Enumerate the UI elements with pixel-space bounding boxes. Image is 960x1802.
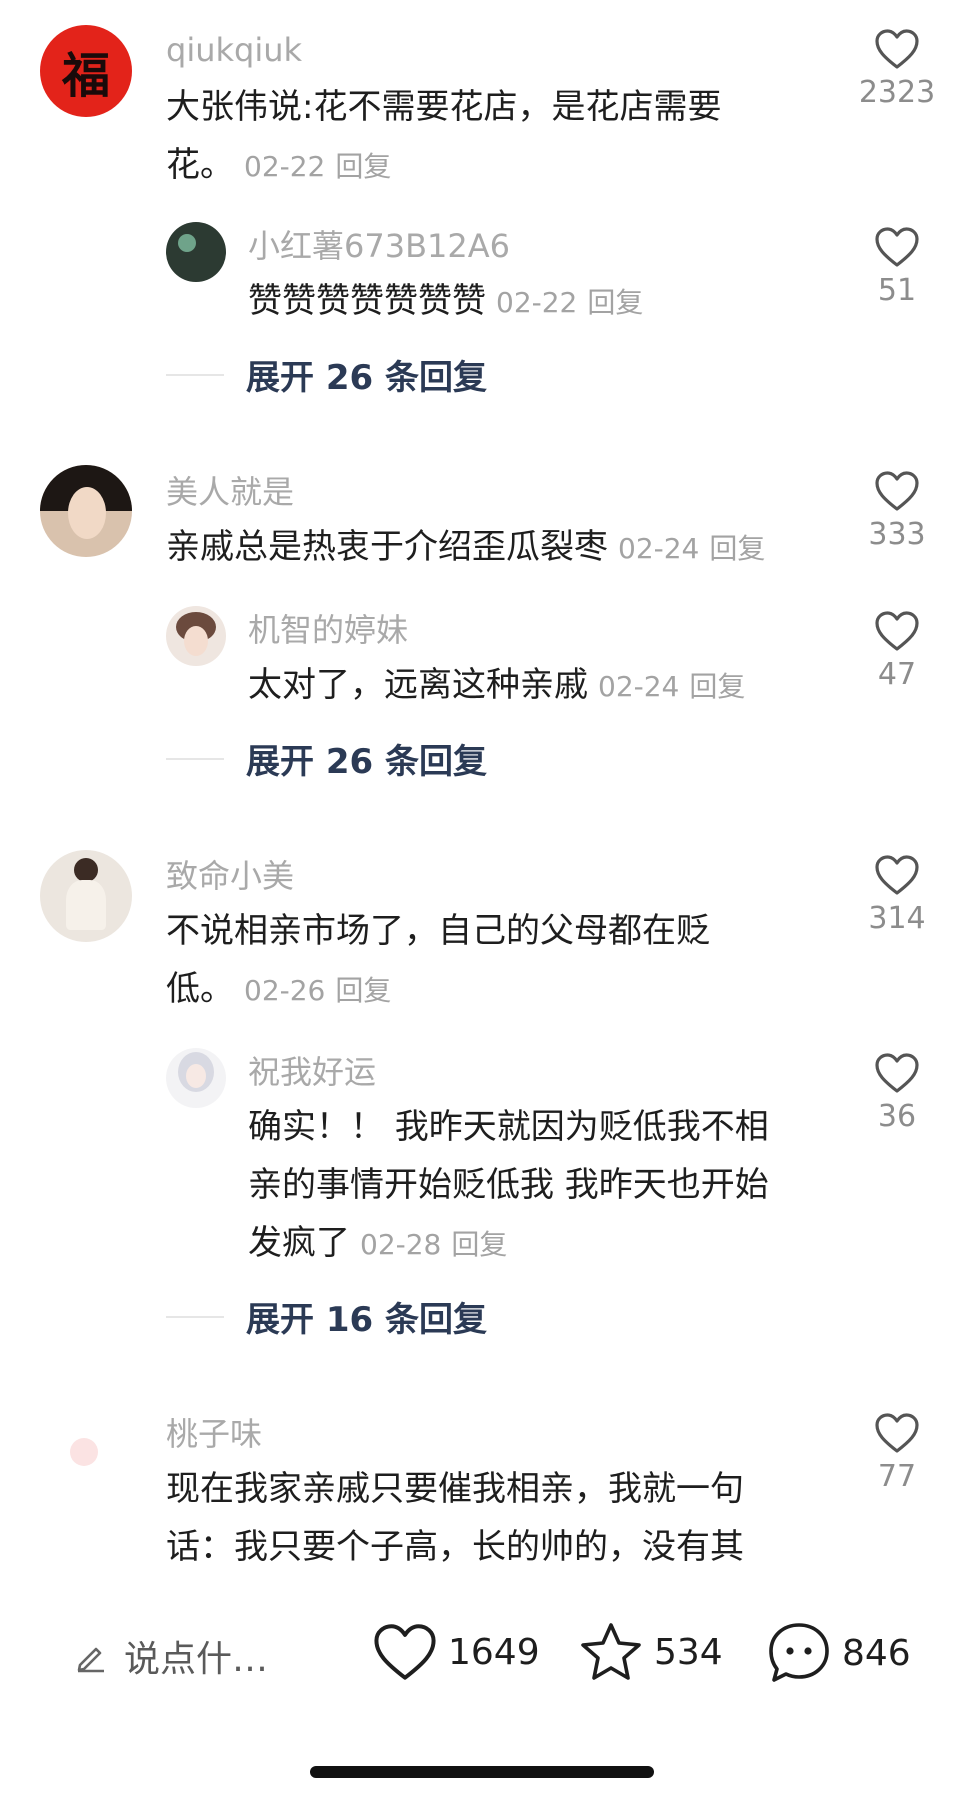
reply-text-line: 发疯了 <box>248 1223 350 1263</box>
heart-icon <box>875 471 919 511</box>
reply-avatar[interactable] <box>166 222 226 282</box>
comment-text-line: 花。 <box>166 145 234 185</box>
reply-button[interactable]: 回复 <box>335 974 391 1007</box>
comment-date: 02-26 <box>244 974 326 1007</box>
like-post-button[interactable]: 1649 <box>372 1622 540 1682</box>
like-count: 36 <box>877 1099 917 1134</box>
favorite-count: 534 <box>654 1631 723 1673</box>
reply-meta: 02-28 回复 <box>360 1228 507 1261</box>
bottom-action-bar: 说点什… 1649 534 846 <box>0 1590 960 1720</box>
reply-text-line: 确实！！ 我昨天就因为贬低我不相 <box>248 1107 769 1147</box>
comment-username[interactable]: 美人就是 <box>166 476 294 508</box>
reply-date: 02-28 <box>360 1228 442 1261</box>
comment-username[interactable]: 致命小美 <box>166 860 294 892</box>
reply-text: 赞赞赞赞赞赞赞 02-22 回复 <box>248 272 768 332</box>
reply-button[interactable]: 回复 <box>689 670 745 703</box>
heart-icon <box>875 1053 919 1093</box>
comment-meta: 02-26 回复 <box>244 974 391 1007</box>
home-indicator[interactable] <box>310 1766 654 1778</box>
expand-label: 展开 16 条回复 <box>246 1300 487 1340</box>
comment-text: 大张伟说:花不需要花店，是花店需要 花。 02-22 回复 <box>166 78 766 196</box>
expand-replies-button[interactable]: 展开 16 条回复 <box>166 1292 487 1341</box>
like-count: 2323 <box>858 75 936 110</box>
heart-icon <box>875 29 919 69</box>
reply-username[interactable]: 机智的婷妹 <box>248 614 408 646</box>
reply-button[interactable]: 回复 <box>335 150 391 183</box>
like-button[interactable]: 333 <box>842 470 952 550</box>
like-count: 314 <box>868 901 926 936</box>
comment-text-line: 现在我家亲戚只要催我相亲，我就一句 <box>166 1469 744 1509</box>
expand-replies-button[interactable]: 展开 26 条回复 <box>166 734 487 783</box>
reply-avatar[interactable] <box>166 1048 226 1108</box>
comment-text-line: 不说相亲市场了，自己的父母都在贬 <box>166 911 710 951</box>
pencil-icon <box>77 1647 104 1673</box>
comment-text: 现在我家亲戚只要催我相亲，我就一句 话：我只要个子高，长的帅的，没有其 <box>166 1460 806 1576</box>
reply-meta: 02-24 回复 <box>598 670 745 703</box>
reply-avatar[interactable] <box>166 606 226 666</box>
comment-text-line: 低。 <box>166 969 234 1009</box>
comment-button[interactable]: 846 <box>766 1620 911 1686</box>
like-count: 1649 <box>448 1631 540 1673</box>
divider <box>166 757 224 760</box>
avatar-glyph: 福 <box>61 48 110 104</box>
comment-meta: 02-22 回复 <box>244 150 391 183</box>
like-count: 51 <box>877 273 917 308</box>
compose-placeholder: 说点什… <box>124 1639 269 1680</box>
avatar[interactable]: 福 <box>40 25 132 117</box>
reply-text: 太对了，远离这种亲戚 02-24 回复 <box>248 656 808 716</box>
comment-username[interactable]: 桃子味 <box>166 1418 262 1450</box>
like-button[interactable]: 47 <box>842 610 952 690</box>
reply-text: 确实！！ 我昨天就因为贬低我不相 亲的事情开始贬低我 我昨天也开始 发疯了 02-… <box>248 1098 808 1274</box>
like-count: 333 <box>868 517 926 552</box>
heart-icon <box>875 227 919 267</box>
reply-button[interactable]: 回复 <box>709 532 765 565</box>
expand-replies-button[interactable]: 展开 26 条回复 <box>166 350 487 399</box>
like-button[interactable]: 77 <box>842 1412 952 1492</box>
reply-text-line: 赞赞赞赞赞赞赞 <box>248 281 486 321</box>
compose-input[interactable]: 说点什… <box>74 1630 268 1682</box>
divider <box>166 373 224 376</box>
reply-username[interactable]: 祝我好运 <box>248 1056 376 1088</box>
heart-icon <box>875 855 919 895</box>
reply-button[interactable]: 回复 <box>587 286 643 319</box>
comment-text: 不说相亲市场了，自己的父母都在贬 低。 02-26 回复 <box>166 902 766 1020</box>
reply-button[interactable]: 回复 <box>451 1228 507 1261</box>
avatar[interactable] <box>40 850 132 942</box>
like-button[interactable]: 36 <box>842 1052 952 1132</box>
avatar[interactable] <box>40 465 132 557</box>
heart-icon <box>374 1624 436 1680</box>
like-button[interactable]: 51 <box>842 226 952 306</box>
divider <box>166 1315 224 1318</box>
expand-label: 展开 26 条回复 <box>246 742 487 782</box>
reply-date: 02-22 <box>496 286 578 319</box>
chat-bubble-icon <box>769 1623 829 1682</box>
reply-username[interactable]: 小红薯673B12A6 <box>248 230 510 262</box>
reply-date: 02-24 <box>598 670 680 703</box>
reply-text-line: 太对了，远离这种亲戚 <box>248 665 588 705</box>
like-button[interactable]: 2323 <box>842 28 952 108</box>
comment-meta: 02-24 回复 <box>618 532 765 565</box>
like-button[interactable]: 314 <box>842 854 952 934</box>
comment-text-line: 话：我只要个子高，长的帅的，没有其 <box>166 1527 744 1567</box>
reply-text-line: 亲的事情开始贬低我 我昨天也开始 <box>248 1165 769 1205</box>
comment-text-line: 大张伟说:花不需要花店，是花店需要 <box>166 87 722 127</box>
expand-label: 展开 26 条回复 <box>246 358 487 398</box>
comment-username[interactable]: qiukqiuk <box>166 34 302 66</box>
favorite-button[interactable]: 534 <box>578 1620 723 1684</box>
avatar[interactable] <box>40 1410 132 1502</box>
comment-date: 02-22 <box>244 150 326 183</box>
comment-count: 846 <box>842 1632 911 1674</box>
reply-meta: 02-22 回复 <box>496 286 643 319</box>
comment-date: 02-24 <box>618 532 700 565</box>
star-icon <box>581 1623 641 1680</box>
comment-text-line: 亲戚总是热衷于介绍歪瓜裂枣 <box>166 527 608 567</box>
like-count: 47 <box>877 657 917 692</box>
heart-icon <box>875 1413 919 1453</box>
comment-text: 亲戚总是热衷于介绍歪瓜裂枣 02-24 回复 <box>166 518 826 578</box>
like-count: 77 <box>877 1459 917 1494</box>
heart-icon <box>875 611 919 651</box>
